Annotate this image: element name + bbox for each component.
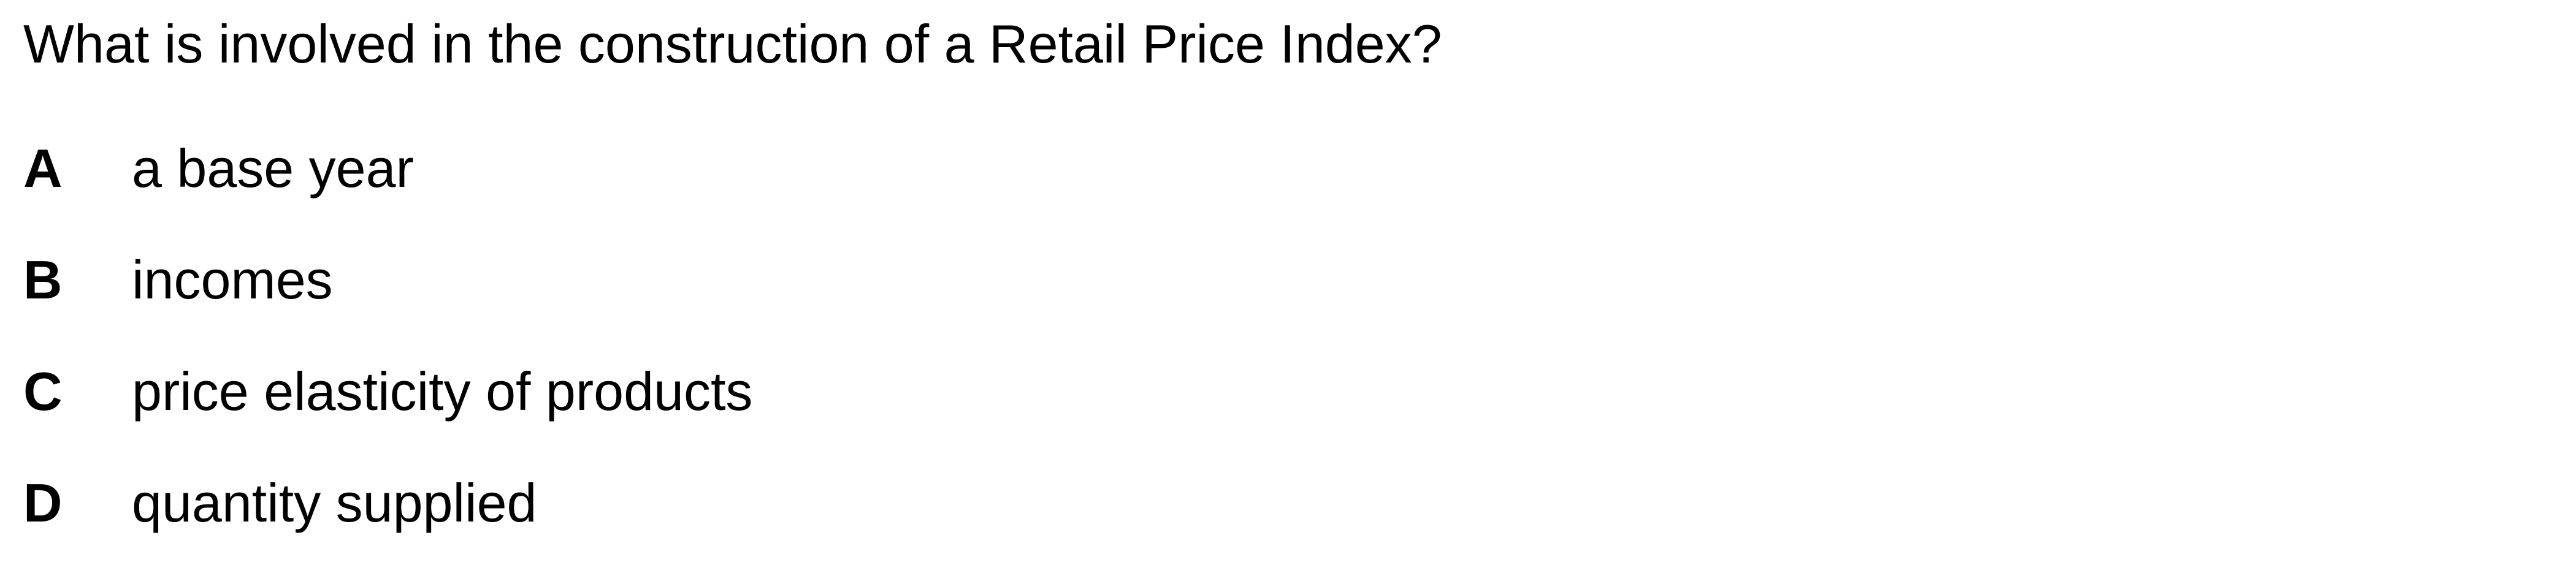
option-text: incomes <box>132 249 333 310</box>
option-letter: A <box>23 138 63 199</box>
option-letter: D <box>23 472 63 533</box>
option-letter: C <box>23 361 63 422</box>
option-letter: B <box>23 249 63 310</box>
option-text: a base year <box>132 138 414 199</box>
option-text: quantity supplied <box>132 472 537 533</box>
question-text: What is involved in the construction of … <box>23 13 1442 74</box>
option-text: price elasticity of products <box>132 361 753 422</box>
